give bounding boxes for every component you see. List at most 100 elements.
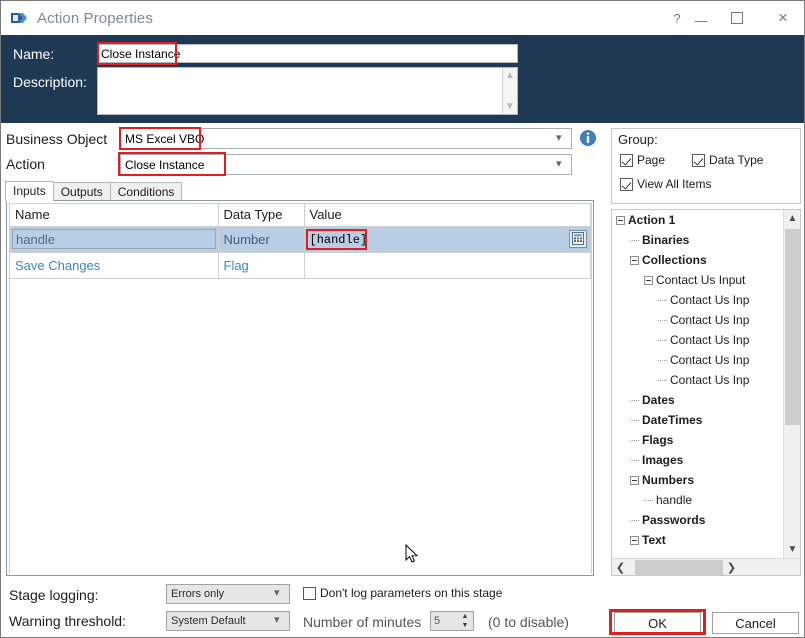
business-object-label: Business Object	[6, 131, 108, 147]
action-label: Action	[6, 156, 45, 172]
chevron-down-icon[interactable]: ▾	[274, 615, 285, 626]
tab-conditions[interactable]: Conditions	[109, 182, 183, 201]
cell-param-name[interactable]: handle	[10, 226, 219, 253]
tree-collapse-icon[interactable]	[630, 255, 639, 265]
number-of-minutes-stepper[interactable]: 5 ▲ ▼	[430, 611, 474, 631]
help-button[interactable]: ?	[666, 1, 688, 35]
tree-branch-icon	[658, 299, 667, 301]
minimize-button[interactable]	[688, 1, 714, 35]
tree-node[interactable]: Contact Us Inp	[612, 330, 784, 350]
chevron-down-icon[interactable]: ▾	[274, 588, 285, 599]
checkbox-data-type[interactable]: Data Type	[692, 153, 763, 167]
param-name-editor[interactable]: handle	[12, 229, 216, 249]
checkbox-view-all-items-label: View All Items	[637, 177, 712, 191]
tree-node[interactable]: Contact Us Inp	[612, 310, 784, 330]
tree-node[interactable]: DateTimes	[612, 410, 784, 430]
tree-vertical-scrollbar[interactable]: ▲ ▼	[783, 210, 800, 558]
cancel-button[interactable]: Cancel	[712, 612, 799, 634]
tree-node[interactable]: handle	[612, 490, 784, 510]
stage-logging-select[interactable]: Errors only ▾	[166, 584, 290, 604]
checkbox-view-all-items[interactable]: View All Items	[620, 177, 711, 191]
info-icon[interactable]	[579, 129, 597, 147]
tree-node-label: Passwords	[642, 513, 706, 527]
tree-node[interactable]: Passwords	[612, 510, 784, 530]
scroll-up-icon[interactable]: ▲	[784, 210, 800, 227]
tree-node[interactable]: Contact Us Inp	[612, 350, 784, 370]
tree-node-label: Contact Us Input	[656, 273, 746, 287]
table-header-row: Name Data Type Value	[10, 204, 591, 227]
name-label: Name:	[13, 46, 55, 62]
scroll-right-icon[interactable]: ❯	[723, 559, 740, 576]
cell-param-value[interactable]	[304, 252, 591, 279]
close-button[interactable]: ×	[760, 1, 804, 35]
tree-collapse-icon[interactable]	[630, 535, 639, 545]
tab-strip: Inputs Outputs Conditions	[5, 181, 595, 201]
window-controls: ? ×	[666, 1, 804, 35]
chevron-down-icon[interactable]: ▼	[505, 102, 515, 112]
tree-node[interactable]: Action 1	[612, 210, 784, 230]
tree-node-label: Collections	[642, 253, 707, 267]
warning-threshold-select[interactable]: System Default ▾	[166, 611, 290, 631]
mouse-cursor	[405, 543, 419, 569]
data-items-tree: Action 1 Binaries Collections Contact Us In…	[611, 209, 801, 576]
checkbox-icon[interactable]	[303, 586, 316, 600]
ok-button[interactable]: OK	[614, 612, 701, 634]
tree-collapse-icon[interactable]	[630, 475, 639, 485]
scrollbar-thumb[interactable]	[785, 229, 800, 425]
description-scrollbar[interactable]: ▲ ▼	[502, 68, 517, 114]
tree-node[interactable]: Images	[612, 450, 784, 470]
chevron-down-icon[interactable]: ▾	[556, 159, 567, 170]
tree-node[interactable]: Contact Us Inp	[612, 370, 784, 390]
name-input[interactable]: Close Instance	[97, 44, 518, 63]
checkbox-page[interactable]: Page	[620, 153, 665, 167]
description-textarea[interactable]: ▲ ▼	[97, 67, 518, 115]
stepper-up-icon[interactable]: ▲	[462, 613, 469, 620]
tree-node[interactable]: Contact Us Input	[612, 270, 784, 290]
action-value: Close Instance	[125, 158, 205, 172]
tree-node-label: Numbers	[642, 473, 695, 487]
checkbox-icon[interactable]	[692, 153, 705, 167]
tree-node[interactable]: Text	[612, 530, 784, 550]
tree-branch-icon	[630, 419, 639, 421]
expression-editor-button[interactable]	[569, 229, 587, 248]
parameters-grid: Name Data Type Value handle Number [hand…	[6, 200, 594, 576]
window-title: Action Properties	[37, 9, 153, 27]
tree-node[interactable]: Contact Us Inp	[612, 290, 784, 310]
scrollbar-thumb[interactable]	[635, 559, 723, 575]
tree-node-label: Contact Us Inp	[670, 373, 750, 387]
tree-node[interactable]: Binaries	[612, 230, 784, 250]
tree-collapse-icon[interactable]	[644, 275, 653, 285]
tree-node[interactable]: Collections	[612, 250, 784, 270]
cell-param-value[interactable]: [handle]	[304, 226, 591, 253]
tree-branch-icon	[658, 339, 667, 341]
checkbox-icon[interactable]	[620, 153, 633, 167]
tab-inputs[interactable]: Inputs	[5, 181, 54, 201]
stepper-down-icon[interactable]: ▼	[462, 622, 469, 629]
tree-branch-icon	[630, 239, 639, 241]
action-select[interactable]: Close Instance ▾	[120, 154, 572, 175]
tree-branch-icon	[630, 439, 639, 441]
cell-param-name[interactable]: Save Changes	[10, 252, 219, 279]
table-row[interactable]: Save Changes Flag	[10, 252, 591, 279]
scroll-down-icon[interactable]: ▼	[784, 541, 800, 558]
scroll-left-icon[interactable]: ❮	[612, 559, 629, 576]
tree-collapse-icon[interactable]	[616, 215, 625, 225]
tree-branch-icon	[658, 359, 667, 361]
group-title: Group:	[618, 132, 658, 147]
tab-outputs[interactable]: Outputs	[52, 182, 111, 201]
chevron-up-icon[interactable]: ▲	[505, 71, 515, 81]
grid-empty-area	[10, 278, 591, 575]
tree-node[interactable]: Dates	[612, 390, 784, 410]
tree-horizontal-scrollbar[interactable]: ❮ ❯	[612, 558, 800, 575]
maximize-button[interactable]	[714, 1, 760, 35]
cell-param-data-type: Number	[218, 226, 305, 253]
tree-node[interactable]: Flags	[612, 430, 784, 450]
dont-log-parameters-checkbox[interactable]: Don't log parameters on this stage	[303, 586, 502, 600]
checkbox-icon[interactable]	[620, 177, 633, 191]
tree-node[interactable]: Numbers	[612, 470, 784, 490]
chevron-down-icon[interactable]: ▾	[556, 133, 567, 144]
business-object-select[interactable]: MS Excel VBO ▾	[120, 128, 572, 149]
stepper-buttons[interactable]: ▲ ▼	[458, 613, 472, 629]
business-object-value: MS Excel VBO	[125, 132, 205, 146]
table-row[interactable]: handle Number [handle]	[10, 226, 591, 253]
